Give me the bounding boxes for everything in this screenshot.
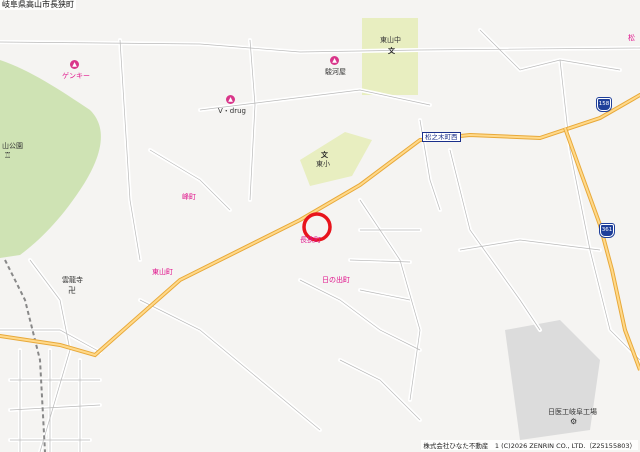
town-higashiyamamachi: 東山町 xyxy=(152,268,173,276)
poi-genky[interactable]: ゲンキー xyxy=(62,72,90,80)
school-higashiyama-chu[interactable]: 東山中 xyxy=(380,36,401,44)
town-nagasamachi: 長狭町 xyxy=(300,236,321,244)
route-shield-361: 361 xyxy=(600,224,614,237)
school-higashi-sho[interactable]: 東小 xyxy=(316,160,330,168)
shopping-bag-icon[interactable]: ▲ xyxy=(226,95,235,104)
factory-icon: ⚙ xyxy=(570,417,578,426)
town-kitamachi: 峰町 xyxy=(182,193,196,201)
map-credit: 株式会社ひなた不動産 1 (C)2026 ZENRIN CO., LTD.（Z2… xyxy=(421,440,638,450)
shopping-bag-icon[interactable]: ▲ xyxy=(330,56,339,65)
poi-surugaya[interactable]: 駿河屋 xyxy=(325,68,346,76)
factory-area xyxy=(505,320,600,440)
poi-park[interactable]: 山公園 xyxy=(2,142,23,150)
shopping-bag-icon[interactable]: ▲ xyxy=(70,60,79,69)
map-title: 岐阜県高山市長狭町 xyxy=(0,0,76,10)
school-icon: 文 xyxy=(321,151,328,159)
railway-line xyxy=(4,259,46,452)
route-shield-158: 158 xyxy=(597,98,611,111)
poi-vdrug[interactable]: V・drug xyxy=(218,107,246,115)
bus-stop-label[interactable]: 松之木町西 xyxy=(422,132,461,142)
town-hinodemachi: 日の出町 xyxy=(322,276,350,284)
map-base xyxy=(0,18,640,452)
school-icon: 文 xyxy=(388,47,395,55)
forest-area xyxy=(0,60,101,258)
park-icon: ♖ xyxy=(4,151,12,160)
map-canvas[interactable]: 岐阜県高山市長狭町 ▲ ゲンキー ▲ 駿河屋 ▲ V・drug 山公園 ♖ 雲龍… xyxy=(0,0,640,452)
town-matsunoki: 松 xyxy=(628,34,635,42)
school-ground-higashiyama xyxy=(362,18,418,95)
school-ground-higashi xyxy=(300,132,372,186)
poi-unryuji[interactable]: 雲龍寺 xyxy=(62,276,83,284)
poi-nikko[interactable]: 日医工岐阜工場 xyxy=(548,408,597,416)
temple-icon: 卍 xyxy=(68,286,76,295)
